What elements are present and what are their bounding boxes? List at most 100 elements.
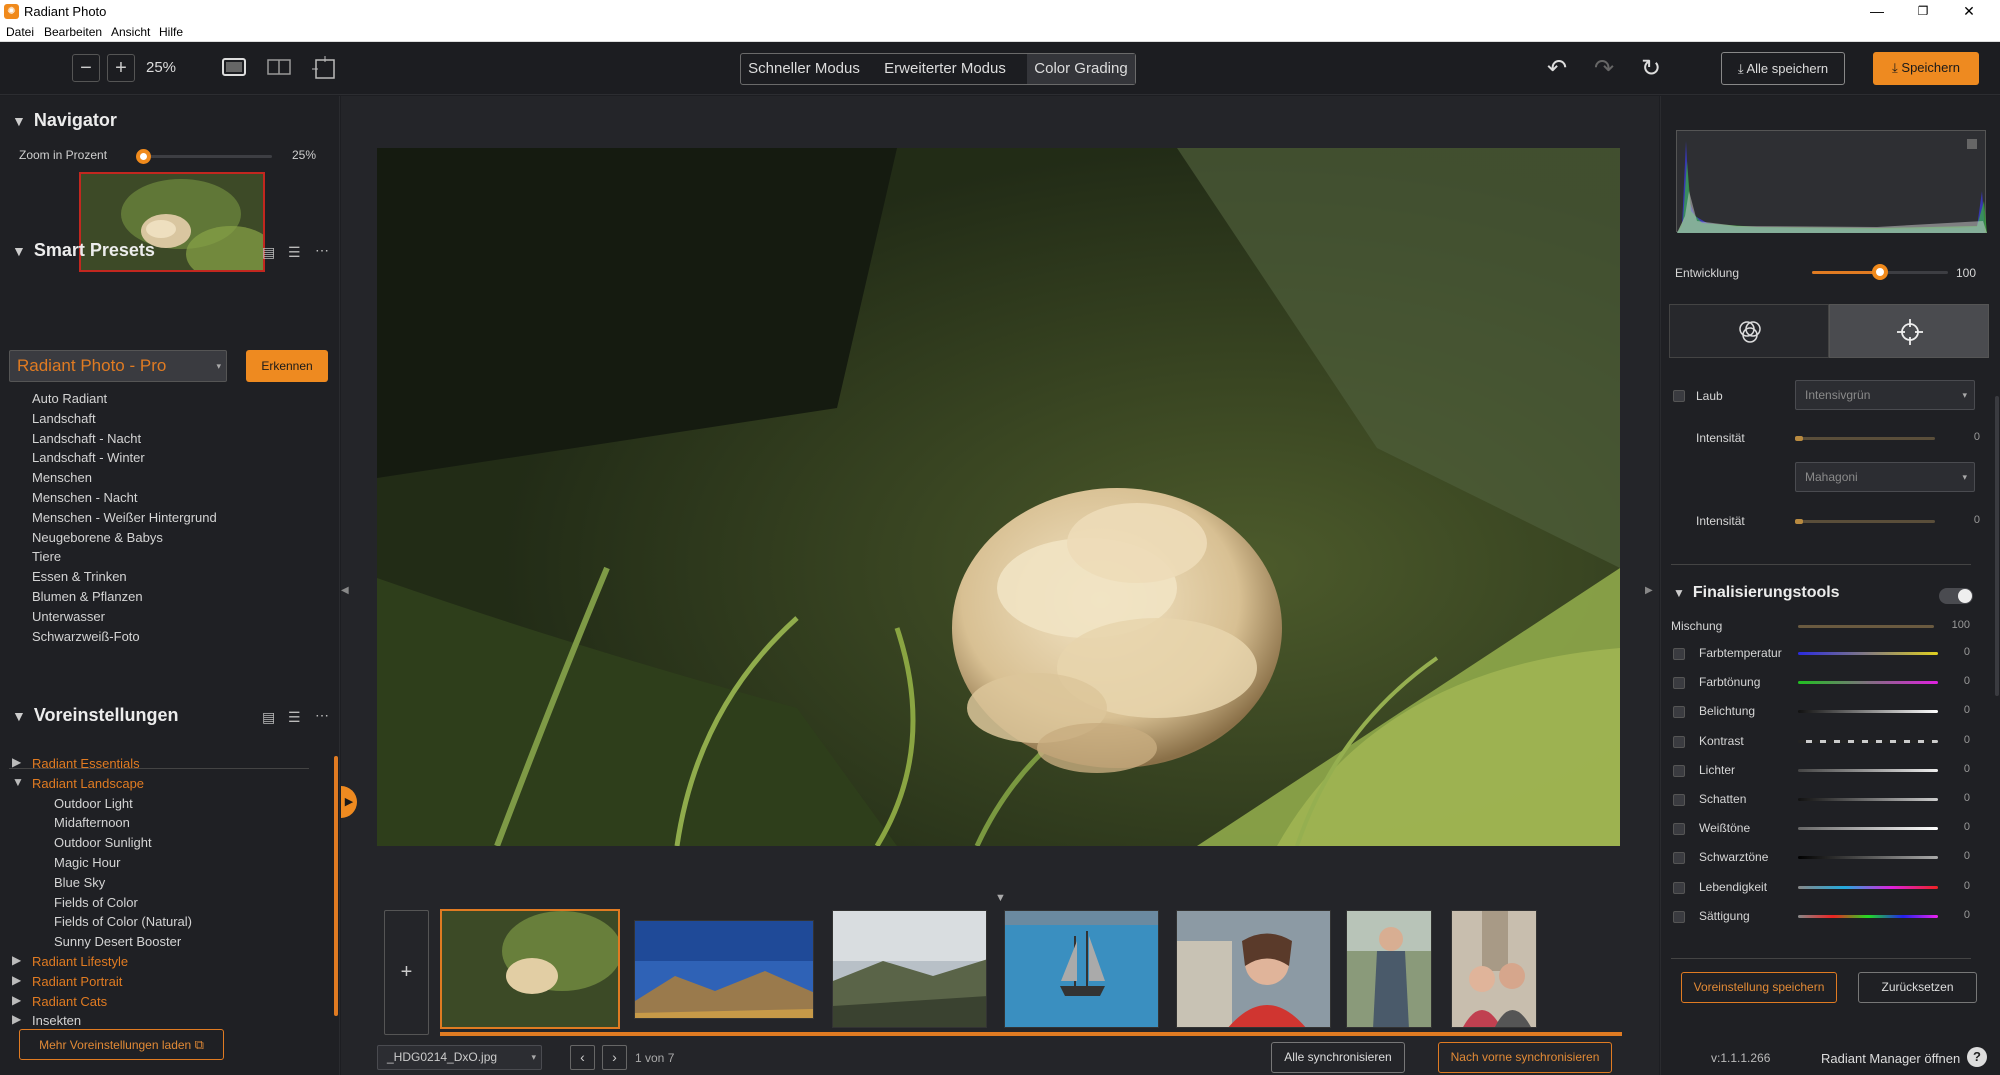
more-options-icon[interactable]: ⋯ xyxy=(315,707,329,724)
smart-preset-item[interactable]: Tiere xyxy=(32,549,61,564)
maximize-button[interactable]: ❐ xyxy=(1900,0,1946,23)
scrollbar[interactable] xyxy=(334,756,338,1016)
load-more-presets-button[interactable]: Mehr Voreinstellungen laden ⧉ xyxy=(19,1029,224,1060)
preset-group[interactable]: Insekten xyxy=(32,1013,81,1028)
presets-header[interactable]: ▼ Voreinstellungen xyxy=(12,705,179,726)
smart-preset-item[interactable]: Menschen xyxy=(32,470,92,485)
collapse-right-icon[interactable]: ▶ xyxy=(1645,585,1655,596)
detect-button[interactable]: Erkennen xyxy=(246,350,328,382)
preset-item[interactable]: Sunny Desert Booster xyxy=(54,934,181,949)
add-image-button[interactable]: + xyxy=(384,910,429,1035)
development-slider-handle[interactable] xyxy=(1872,264,1888,280)
thumbnail-6[interactable] xyxy=(1346,910,1432,1028)
smart-preset-item[interactable]: Neugeborene & Babys xyxy=(32,530,163,545)
collapsed-triangle-icon[interactable]: ▶ xyxy=(12,755,21,769)
thumbnail-4[interactable] xyxy=(1004,910,1159,1028)
save-preset-button[interactable]: Voreinstellung speichern xyxy=(1681,972,1837,1003)
list-view-icon[interactable]: ☰ xyxy=(288,244,301,261)
save-button[interactable]: ⤓ Speichern xyxy=(1873,52,1979,85)
collapsed-triangle-icon[interactable]: ▶ xyxy=(12,993,21,1007)
tab-color-grading[interactable]: Color Grading xyxy=(1027,54,1135,84)
thumbnail-5[interactable] xyxy=(1176,910,1331,1028)
thumbnail-1[interactable] xyxy=(440,909,620,1029)
zoom-slider-handle[interactable] xyxy=(136,149,151,164)
finishing-checkbox[interactable] xyxy=(1673,706,1685,719)
preset-item[interactable]: Fields of Color (Natural) xyxy=(54,914,192,929)
finishing-checkbox[interactable] xyxy=(1673,881,1685,894)
tab-color-wheels[interactable] xyxy=(1669,304,1829,358)
zoom-slider[interactable] xyxy=(138,155,272,158)
split-view-icon[interactable] xyxy=(266,56,292,78)
finishing-slider[interactable] xyxy=(1798,827,1938,831)
sync-forward-button[interactable]: Nach vorne synchronisieren xyxy=(1438,1042,1612,1073)
finishing-slider[interactable] xyxy=(1798,652,1938,655)
crop-view-icon[interactable] xyxy=(312,56,338,79)
finishing-checkbox[interactable] xyxy=(1673,648,1685,660)
more-options-icon[interactable]: ⋯ xyxy=(315,242,329,259)
finishing-tools-header[interactable]: ▼ Finalisierungstools xyxy=(1673,584,1840,602)
preset-item[interactable]: Outdoor Light xyxy=(54,796,133,811)
collapsed-triangle-icon[interactable]: ▶ xyxy=(12,1012,21,1026)
previous-image-button[interactable]: ‹ xyxy=(570,1045,595,1070)
intensity-slider-handle-2[interactable] xyxy=(1795,519,1803,524)
smart-presets-header[interactable]: ▼ Smart Presets xyxy=(12,240,155,261)
finishing-slider[interactable] xyxy=(1798,798,1938,801)
save-all-button[interactable]: ⤓ Alle speichern xyxy=(1721,52,1845,85)
intensity-slider-handle[interactable] xyxy=(1795,436,1803,441)
reset-icon[interactable]: ↻ xyxy=(1634,52,1668,86)
grid-view-icon[interactable]: ▤ xyxy=(262,244,275,261)
finishing-checkbox[interactable] xyxy=(1673,852,1685,865)
preset-group[interactable]: Radiant Landscape xyxy=(32,776,144,791)
finishing-slider[interactable] xyxy=(1798,739,1938,743)
preset-item[interactable]: Midafternoon xyxy=(54,815,130,830)
intensity-slider[interactable] xyxy=(1795,437,1935,440)
preset-group[interactable]: Radiant Essentials xyxy=(32,756,140,771)
smart-preset-item[interactable]: Landschaft - Winter xyxy=(32,450,145,465)
grid-view-icon[interactable]: ▤ xyxy=(262,709,275,726)
tab-targeted-color[interactable] xyxy=(1829,304,1989,358)
menu-hilfe[interactable]: Hilfe xyxy=(159,25,183,39)
finishing-slider[interactable] xyxy=(1798,681,1938,685)
finishing-checkbox[interactable] xyxy=(1673,910,1685,923)
undo-icon[interactable]: ↶ xyxy=(1540,52,1574,86)
zoom-in-button[interactable]: + xyxy=(107,54,135,82)
intensity-slider-2[interactable] xyxy=(1795,520,1935,523)
preset-group[interactable]: Radiant Portrait xyxy=(32,974,122,989)
smart-preset-item[interactable]: Landschaft xyxy=(32,411,96,426)
sync-all-button[interactable]: Alle synchronisieren xyxy=(1271,1042,1405,1073)
finishing-checkbox[interactable] xyxy=(1673,823,1685,836)
reset-button[interactable]: Zurücksetzen xyxy=(1858,972,1977,1003)
foliage-checkbox[interactable] xyxy=(1673,390,1685,402)
single-view-icon[interactable] xyxy=(221,56,247,78)
finishing-tools-toggle[interactable] xyxy=(1939,588,1973,604)
smart-preset-item[interactable]: Auto Radiant xyxy=(32,391,107,406)
preset-item[interactable]: Outdoor Sunlight xyxy=(54,835,152,850)
foliage-color-select[interactable]: Intensivgrün ▾ xyxy=(1795,380,1975,410)
main-photo[interactable] xyxy=(377,148,1620,846)
open-manager-link[interactable]: Radiant Manager öffnen xyxy=(1821,1051,1960,1066)
tab-advanced-mode[interactable]: Erweiterter Modus xyxy=(867,54,1023,84)
close-button[interactable]: ✕ xyxy=(1946,0,1992,23)
menu-datei[interactable]: Datei xyxy=(6,25,34,39)
finishing-slider[interactable] xyxy=(1798,710,1938,714)
finishing-checkbox[interactable] xyxy=(1673,794,1685,806)
collapsed-triangle-icon[interactable]: ▶ xyxy=(12,953,21,967)
collapse-left-icon[interactable]: ◀ xyxy=(341,585,351,596)
thumbnail-7[interactable] xyxy=(1451,910,1537,1028)
smart-preset-item[interactable]: Menschen - Nacht xyxy=(32,490,138,505)
mix-slider[interactable] xyxy=(1798,625,1934,628)
clipping-warning-icon[interactable] xyxy=(1967,139,1977,149)
smart-preset-item[interactable]: Schwarzweiß-Foto xyxy=(32,629,140,644)
minimize-button[interactable]: — xyxy=(1854,0,1900,23)
preset-item[interactable]: Blue Sky xyxy=(54,875,105,890)
finishing-slider[interactable] xyxy=(1798,768,1938,772)
next-image-button[interactable]: › xyxy=(602,1045,627,1070)
expanded-triangle-icon[interactable]: ▼ xyxy=(12,775,24,789)
smart-preset-item[interactable]: Unterwasser xyxy=(32,609,105,624)
foliage-color-select-2[interactable]: Mahagoni ▾ xyxy=(1795,462,1975,492)
preset-group[interactable]: Radiant Cats xyxy=(32,994,107,1009)
help-icon[interactable]: ? xyxy=(1967,1047,1987,1067)
preset-item[interactable]: Fields of Color xyxy=(54,895,138,910)
finishing-checkbox[interactable] xyxy=(1673,764,1685,777)
collapsed-triangle-icon[interactable]: ▶ xyxy=(12,973,21,987)
